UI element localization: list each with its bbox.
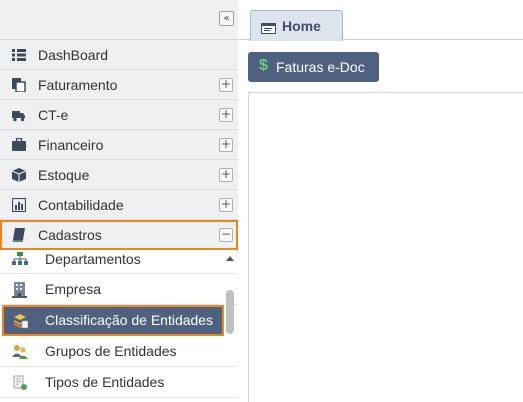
scroll-up-arrow-icon[interactable]: [226, 256, 234, 261]
sidebar: « DashBoard Faturamento + CT-e + Finance…: [0, 0, 238, 402]
content-panel: [248, 92, 523, 402]
tab-bar: Home: [238, 0, 523, 41]
org-chart-icon: [12, 252, 28, 268]
sidebar-menu: DashBoard Faturamento + CT-e + Financeir…: [0, 40, 238, 250]
list-icon: [12, 48, 26, 62]
tag-icon: [12, 375, 28, 391]
sidebar-item-financeiro[interactable]: Financeiro +: [0, 130, 238, 160]
truck-icon: [12, 108, 26, 122]
scroll-thumb[interactable]: [226, 290, 234, 334]
box-icon: [11, 168, 27, 182]
main-area: Home $ Faturas e-Doc: [238, 0, 523, 402]
submenu-item-label: Classificação de Entidades: [45, 312, 214, 328]
stack-icon: [12, 313, 29, 329]
submenu-scrollbar[interactable]: [224, 252, 236, 402]
expand-icon[interactable]: +: [219, 138, 233, 152]
expand-icon[interactable]: +: [219, 198, 233, 212]
dollar-icon: $: [259, 57, 268, 74]
building-icon: [12, 282, 28, 298]
sidebar-item-label: Financeiro: [38, 137, 104, 153]
group-icon: [12, 344, 28, 360]
sidebar-item-label: Faturamento: [38, 77, 118, 93]
cadastros-submenu: Departamentos Empresa Classificação de E…: [0, 252, 238, 402]
sidebar-item-label: DashBoard: [38, 47, 109, 63]
tab-label: Home: [282, 18, 321, 34]
submenu-item-label: Empresa: [45, 281, 102, 297]
window-icon: [261, 21, 276, 34]
bar-chart-icon: [11, 197, 27, 213]
sidebar-item-estoque[interactable]: Estoque +: [0, 160, 238, 190]
submenu-item-departamentos[interactable]: Departamentos: [0, 252, 238, 274]
sidebar-header: «: [0, 0, 238, 40]
submenu-item-tipos-entidades[interactable]: Tipos de Entidades: [0, 367, 238, 398]
sidebar-item-dashboard[interactable]: DashBoard: [0, 40, 238, 70]
tab-home[interactable]: Home: [250, 10, 343, 41]
submenu-item-classificacao-entidades[interactable]: Classificação de Entidades: [2, 305, 224, 336]
expand-icon[interactable]: +: [219, 78, 233, 92]
sidebar-item-cadastros[interactable]: Cadastros −: [0, 220, 238, 250]
book-icon: [12, 228, 26, 242]
sidebar-item-label: Cadastros: [38, 227, 102, 243]
collapse-sidebar-button[interactable]: «: [219, 11, 234, 26]
sidebar-item-label: Contabilidade: [38, 197, 124, 213]
faturas-edoc-button[interactable]: $ Faturas e-Doc: [248, 52, 379, 82]
briefcase-icon: [12, 137, 26, 152]
sidebar-item-cte[interactable]: CT-e +: [0, 100, 238, 130]
expand-icon[interactable]: +: [219, 168, 233, 182]
expand-icon[interactable]: +: [219, 108, 233, 122]
sidebar-item-contabilidade[interactable]: Contabilidade +: [0, 190, 238, 220]
submenu-item-grupos-entidades[interactable]: Grupos de Entidades: [0, 336, 238, 367]
sidebar-item-label: Estoque: [38, 167, 90, 183]
sidebar-item-label: CT-e: [38, 107, 69, 123]
collapse-icon[interactable]: −: [219, 228, 233, 242]
app-window: « DashBoard Faturamento + CT-e + Finance…: [0, 0, 523, 402]
sidebar-item-faturamento[interactable]: Faturamento +: [0, 70, 238, 100]
documents-icon: [12, 78, 26, 93]
faturas-edoc-button-label: Faturas e-Doc: [276, 59, 365, 75]
submenu-item-label: Departamentos: [45, 252, 141, 267]
submenu-item-empresa[interactable]: Empresa: [0, 274, 238, 305]
submenu-item-label: Grupos de Entidades: [45, 343, 177, 359]
submenu-item-label: Tipos de Entidades: [45, 374, 165, 390]
